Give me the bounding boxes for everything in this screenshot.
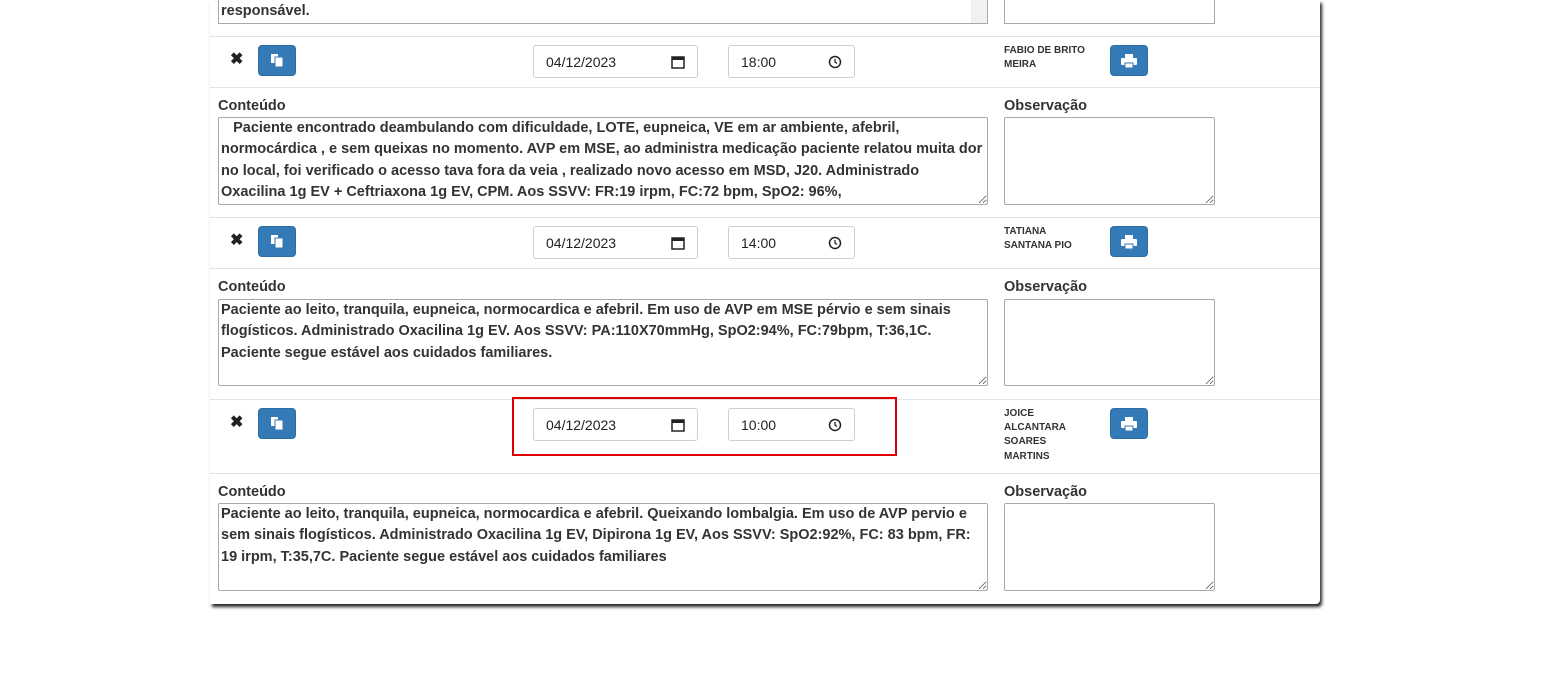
time-value: 14:00 bbox=[741, 234, 777, 251]
conteudo-label: Conteúdo bbox=[218, 279, 286, 295]
record-time-input[interactable]: 18:00 bbox=[728, 45, 855, 78]
observacao-textarea[interactable] bbox=[1004, 117, 1215, 205]
copy-icon bbox=[271, 54, 284, 68]
print-record-button[interactable] bbox=[1110, 45, 1148, 76]
author-line: SANTANA PIO bbox=[1004, 240, 1072, 252]
copy-record-button[interactable] bbox=[258, 45, 296, 76]
clock-icon[interactable] bbox=[828, 55, 842, 69]
date-time-highlight bbox=[512, 397, 897, 456]
copy-record-button[interactable] bbox=[258, 226, 296, 257]
author-line: TATIANA bbox=[1004, 226, 1047, 237]
conteudo-textarea[interactable]: Paciente ao leito, tranquila, eupneica, … bbox=[218, 503, 988, 591]
close-icon: ✖ bbox=[230, 414, 244, 431]
row-divider bbox=[210, 36, 1320, 37]
print-icon bbox=[1121, 234, 1137, 249]
previous-conteudo-scrollbar[interactable] bbox=[971, 0, 987, 23]
conteudo-textarea[interactable]: Paciente ao leito, tranquila, eupneica, … bbox=[218, 299, 988, 386]
author-line: MEIRA bbox=[1004, 59, 1037, 71]
time-value: 18:00 bbox=[741, 53, 777, 70]
record-time-input[interactable]: 14:00 bbox=[728, 226, 855, 259]
observacao-textarea[interactable] bbox=[1004, 299, 1215, 386]
row-divider bbox=[210, 217, 1320, 218]
row-divider bbox=[210, 268, 1320, 269]
conteudo-label: Conteúdo bbox=[218, 98, 286, 114]
author-line: FABIO DE BRITO bbox=[1004, 45, 1085, 56]
delete-record-button[interactable]: ✖ bbox=[230, 52, 243, 68]
observacao-textarea[interactable] bbox=[1004, 503, 1215, 591]
conteudo-label: Conteúdo bbox=[218, 484, 286, 500]
copy-icon bbox=[271, 235, 284, 249]
delete-record-button[interactable]: ✖ bbox=[230, 233, 243, 249]
row-divider bbox=[210, 87, 1320, 88]
copy-icon bbox=[271, 417, 284, 431]
record-author: TATIANA SANTANA PIO bbox=[1004, 225, 1104, 253]
clock-icon[interactable] bbox=[828, 236, 842, 250]
record-date-input[interactable]: 04/12/2023 bbox=[533, 45, 698, 78]
print-icon bbox=[1121, 53, 1137, 68]
copy-record-button[interactable] bbox=[258, 408, 296, 439]
record-date-input[interactable]: 04/12/2023 bbox=[533, 226, 698, 259]
date-value: 04/12/2023 bbox=[546, 53, 617, 70]
observacao-label: Observação bbox=[1004, 484, 1088, 500]
calendar-icon[interactable] bbox=[671, 236, 685, 250]
author-line: SOARES bbox=[1004, 436, 1047, 448]
previous-conteudo-textarea[interactable]: responsável. bbox=[218, 0, 988, 24]
record-author: FABIO DE BRITO MEIRA bbox=[1004, 44, 1104, 72]
calendar-icon[interactable] bbox=[671, 55, 685, 69]
author-line: ALCANTARA bbox=[1004, 422, 1067, 434]
conteudo-textarea[interactable]: Paciente encontrado deambulando com difi… bbox=[218, 117, 988, 205]
author-line: JOICE bbox=[1004, 408, 1035, 419]
row-divider bbox=[210, 473, 1320, 474]
print-record-button[interactable] bbox=[1110, 226, 1148, 257]
print-record-button[interactable] bbox=[1110, 408, 1148, 439]
close-icon: ✖ bbox=[230, 51, 244, 68]
close-icon: ✖ bbox=[230, 232, 244, 249]
print-icon bbox=[1121, 416, 1137, 431]
record-author: JOICE ALCANTARA SOARES MARTINS bbox=[1004, 407, 1104, 464]
date-value: 04/12/2023 bbox=[546, 234, 617, 251]
previous-conteudo-text: responsável. bbox=[221, 3, 310, 19]
previous-observacao-textarea[interactable] bbox=[1004, 0, 1215, 24]
observacao-label: Observação bbox=[1004, 98, 1088, 114]
author-line: MARTINS bbox=[1004, 450, 1050, 462]
observacao-label: Observação bbox=[1004, 279, 1088, 295]
delete-record-button[interactable]: ✖ bbox=[230, 415, 243, 431]
